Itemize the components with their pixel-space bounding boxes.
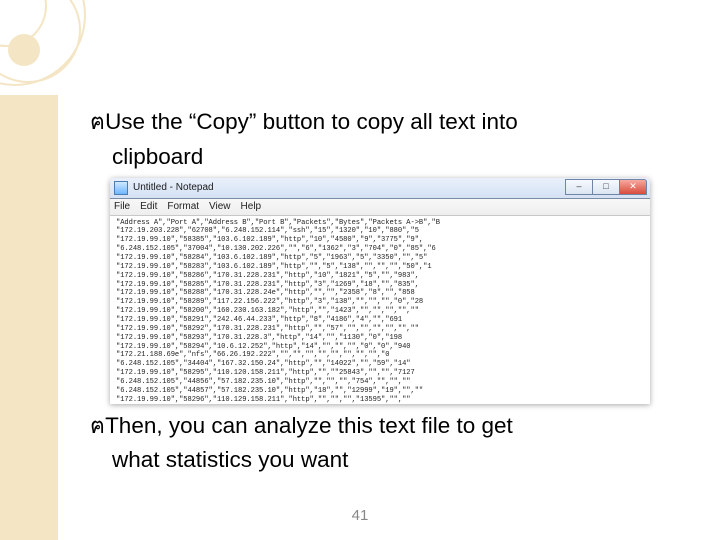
menu-view[interactable]: View xyxy=(209,201,231,212)
page-number: 41 xyxy=(0,507,720,524)
bullet-2: ฅThen, you can analyze this text file to… xyxy=(90,412,674,441)
menu-edit[interactable]: Edit xyxy=(140,201,157,212)
notepad-screenshot: Untitled - Notepad – □ ✕ File Edit Forma… xyxy=(110,178,650,404)
notepad-icon xyxy=(114,181,128,195)
maximize-button[interactable]: □ xyxy=(593,179,620,195)
menu-help[interactable]: Help xyxy=(241,201,262,212)
notepad-window: Untitled - Notepad – □ ✕ File Edit Forma… xyxy=(110,178,650,404)
menubar: File Edit Format View Help xyxy=(110,199,650,216)
bullet-glyph-icon: ฅ xyxy=(90,109,105,134)
bullet-2-text-line2: what statistics you want xyxy=(90,446,674,475)
menu-file[interactable]: File xyxy=(114,201,130,212)
close-button[interactable]: ✕ xyxy=(620,179,647,195)
bullet-glyph-icon: ฅ xyxy=(90,413,105,438)
window-title: Untitled - Notepad xyxy=(133,182,214,193)
bullet-2-text-line1: Then, you can analyze this text file to … xyxy=(105,413,513,438)
bullet-1: ฅUse the “Copy” button to copy all text … xyxy=(90,108,674,137)
menu-format[interactable]: Format xyxy=(167,201,199,212)
bullet-1-text-line1: Use the “Copy” button to copy all text i… xyxy=(105,109,518,134)
bullet-1-text-line2: clipboard xyxy=(90,143,674,172)
notepad-textarea[interactable]: "Address A","Port A","Address B","Port B… xyxy=(110,216,650,404)
minimize-button[interactable]: – xyxy=(565,179,593,195)
titlebar: Untitled - Notepad – □ ✕ xyxy=(110,178,650,199)
window-controls: – □ ✕ xyxy=(565,179,647,195)
